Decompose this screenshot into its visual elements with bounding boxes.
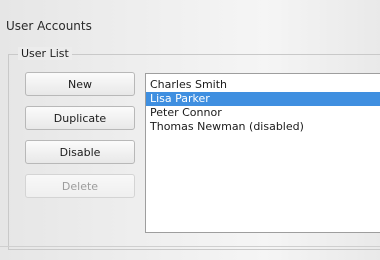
new-button[interactable]: New [25,72,135,96]
user-list[interactable]: Charles Smith Lisa Parker Peter Connor T… [145,73,380,233]
bottom-divider [0,246,380,247]
duplicate-button[interactable]: Duplicate [25,106,135,130]
disable-button[interactable]: Disable [25,140,135,164]
user-list-item-selected[interactable]: Lisa Parker [146,92,380,106]
user-list-item[interactable]: Peter Connor [146,106,380,120]
delete-button: Delete [25,174,135,198]
user-list-item[interactable]: Charles Smith [146,78,380,92]
user-list-item[interactable]: Thomas Newman (disabled) [146,120,380,134]
window-title: User Accounts [6,19,92,33]
user-list-group-label: User List [18,47,72,60]
